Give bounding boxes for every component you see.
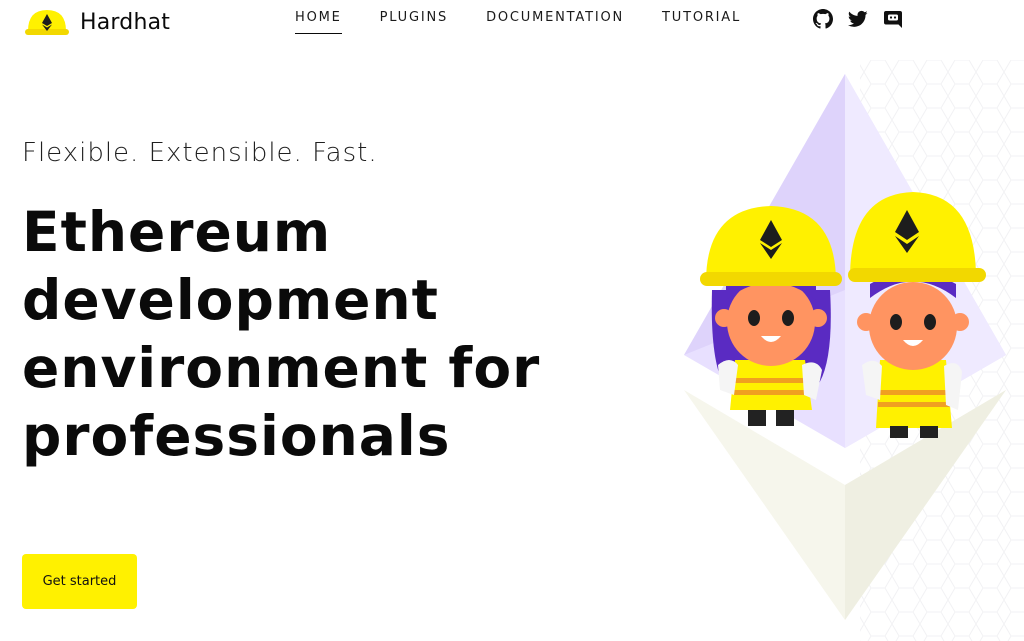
nav-tutorial[interactable]: TUTORIAL: [662, 10, 741, 34]
hero-tagline: Flexible. Extensible. Fast.: [22, 138, 378, 168]
get-started-button[interactable]: Get started: [22, 554, 137, 609]
top-navigation-bar: Hardhat HOME PLUGINS DOCUMENTATION TUTOR…: [0, 0, 1024, 50]
nav-plugins[interactable]: PLUGINS: [380, 10, 448, 34]
hardhat-helmet-icon: [25, 10, 69, 35]
logo-text: Hardhat: [80, 9, 171, 35]
discord-icon[interactable]: [883, 9, 903, 29]
headline-line-1: Ethereum: [22, 200, 332, 264]
nav-home[interactable]: HOME: [295, 10, 342, 34]
headline-line-4: professionals: [22, 404, 451, 468]
main-nav: HOME PLUGINS DOCUMENTATION TUTORIAL: [295, 10, 779, 34]
headline-line-2: development: [22, 268, 439, 332]
headline-line-3: environment for: [22, 336, 541, 400]
ethereum-diamond-illustration: [684, 60, 1024, 641]
social-links: [813, 9, 918, 29]
twitter-icon[interactable]: [848, 9, 868, 29]
hero-illustration: [640, 60, 1024, 641]
hero-headline: Ethereum development environment for pro…: [22, 198, 602, 470]
github-icon[interactable]: [813, 9, 833, 29]
hardhat-logo[interactable]: Hardhat: [24, 6, 170, 38]
nav-documentation[interactable]: DOCUMENTATION: [486, 10, 624, 34]
